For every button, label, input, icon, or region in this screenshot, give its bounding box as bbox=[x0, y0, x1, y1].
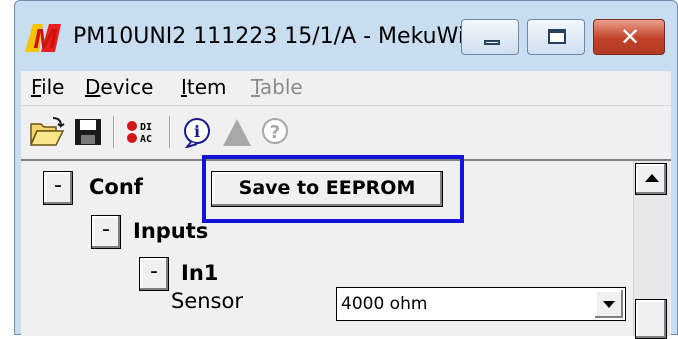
logo-letter: M bbox=[33, 23, 57, 54]
config-tree-panel: - Conf - Inputs - In1 Save to EEPROM Sen… bbox=[21, 155, 671, 339]
menu-device-accel: D bbox=[85, 75, 101, 99]
tree-node-in1: In1 bbox=[181, 261, 219, 285]
close-icon: ✕ bbox=[619, 23, 641, 51]
title-bar[interactable]: M PM10UNI2 111223 15/1/A - MekuWin ✕ bbox=[15, 1, 677, 71]
warning-icon[interactable] bbox=[221, 116, 253, 148]
sensor-value: 4000 ohm bbox=[341, 294, 428, 314]
save-disk-icon[interactable] bbox=[73, 116, 103, 148]
toolbar-separator bbox=[169, 116, 171, 148]
menu-file-label: ile bbox=[41, 75, 65, 99]
tree-node-inputs: Inputs bbox=[133, 219, 209, 243]
collapse-in1-button[interactable]: - bbox=[139, 257, 169, 291]
help-icon[interactable]: ? bbox=[259, 116, 291, 148]
maximize-icon bbox=[548, 29, 566, 44]
menu-table-label: able bbox=[259, 75, 303, 99]
menu-item-label: tem bbox=[186, 75, 227, 99]
open-folder-icon[interactable] bbox=[29, 116, 65, 148]
menu-file-accel: F bbox=[31, 75, 42, 99]
info-glyph: i bbox=[194, 122, 200, 141]
menu-device-label: evice bbox=[100, 75, 154, 99]
maximize-button[interactable] bbox=[527, 19, 585, 55]
chevron-down-icon[interactable] bbox=[595, 290, 623, 318]
scroll-thumb[interactable] bbox=[635, 299, 667, 339]
toolbar-separator bbox=[113, 116, 115, 148]
minimize-icon bbox=[484, 40, 500, 45]
help-glyph: ? bbox=[270, 122, 280, 143]
di-label: DI bbox=[140, 122, 152, 133]
toolbar: DI AC i ? bbox=[21, 105, 671, 160]
menu-file[interactable]: File bbox=[31, 75, 64, 99]
mekuwin-logo-icon: M bbox=[25, 23, 61, 54]
di-ac-icon[interactable]: DI AC bbox=[125, 116, 161, 148]
collapse-inputs-button[interactable]: - bbox=[91, 215, 121, 249]
window-title: PM10UNI2 111223 15/1/A - MekuWin bbox=[73, 24, 478, 49]
sensor-label: Sensor bbox=[171, 289, 243, 313]
sensor-select[interactable]: 4000 ohm bbox=[336, 287, 626, 321]
menu-device[interactable]: Device bbox=[85, 75, 153, 99]
menu-item[interactable]: Item bbox=[181, 75, 227, 99]
collapse-conf-button[interactable]: - bbox=[43, 171, 73, 205]
vertical-scrollbar[interactable] bbox=[633, 161, 670, 339]
ac-label: AC bbox=[140, 134, 152, 145]
menu-bar: File Device Item Table bbox=[21, 71, 671, 105]
tree-node-conf: Conf bbox=[89, 175, 143, 199]
minimize-button[interactable] bbox=[461, 19, 519, 55]
close-button[interactable]: ✕ bbox=[593, 19, 665, 55]
scroll-up-button[interactable] bbox=[635, 163, 667, 195]
highlight-box bbox=[202, 155, 464, 223]
app-window: M PM10UNI2 111223 15/1/A - MekuWin ✕ Fil… bbox=[14, 0, 678, 339]
menu-table[interactable]: Table bbox=[251, 75, 303, 99]
info-icon[interactable]: i bbox=[183, 116, 215, 148]
menu-table-accel: T bbox=[251, 75, 260, 99]
